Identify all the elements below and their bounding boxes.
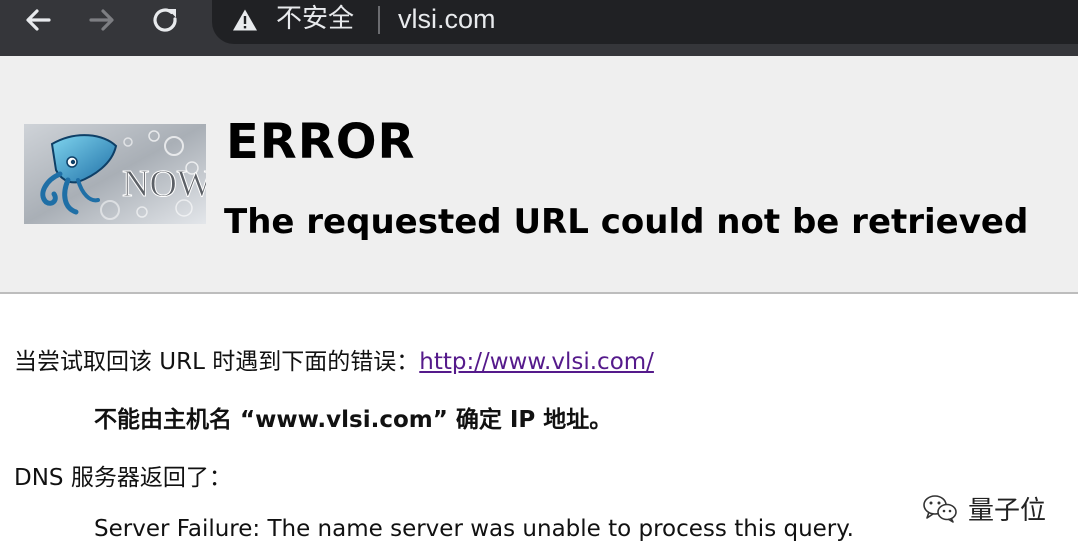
arrow-left-icon (26, 9, 51, 31)
error-intro-line: 当尝试取回该 URL 时遇到下面的错误：http://www.vlsi.com/ (14, 342, 654, 376)
dns-error-message: 不能由主机名 “www.vlsi.com” 确定 IP 地址。 (94, 407, 613, 433)
watermark-text: 量子位 (968, 495, 1047, 526)
back-button[interactable] (20, 2, 56, 38)
error-subheading: The requested URL could not be retrieved (224, 202, 1029, 242)
wechat-icon (923, 495, 957, 523)
browser-toolbar: 不安全 vlsi.com (0, 0, 1078, 56)
squid-now-logo: NOW (24, 124, 206, 224)
forward-button[interactable] (84, 2, 120, 38)
security-status-label[interactable]: 不安全 (276, 3, 354, 35)
dns-returned-label: DNS 服务器返回了： (14, 465, 232, 491)
server-failure-message: Server Failure: The name server was unab… (94, 516, 854, 542)
error-title-banner: NOW ERROR The requested URL could not be… (0, 56, 1078, 294)
url-text[interactable]: vlsi.com (398, 3, 496, 35)
watermark: 量子位 (922, 490, 1046, 526)
reload-button[interactable] (148, 2, 184, 38)
warning-triangle-icon[interactable] (232, 8, 258, 32)
svg-text:NOW: NOW (122, 163, 206, 205)
error-heading: ERROR (226, 114, 416, 170)
error-intro-text: 当尝试取回该 URL 时遇到下面的错误： (14, 349, 420, 375)
arrow-right-icon (89, 9, 114, 31)
reload-icon (153, 8, 177, 32)
address-bar[interactable]: 不安全 vlsi.com (212, 0, 1078, 44)
requested-url-link[interactable]: http://www.vlsi.com/ (419, 349, 654, 375)
omnibox-divider (378, 6, 380, 34)
error-content: 当尝试取回该 URL 时遇到下面的错误：http://www.vlsi.com/… (0, 294, 1078, 554)
